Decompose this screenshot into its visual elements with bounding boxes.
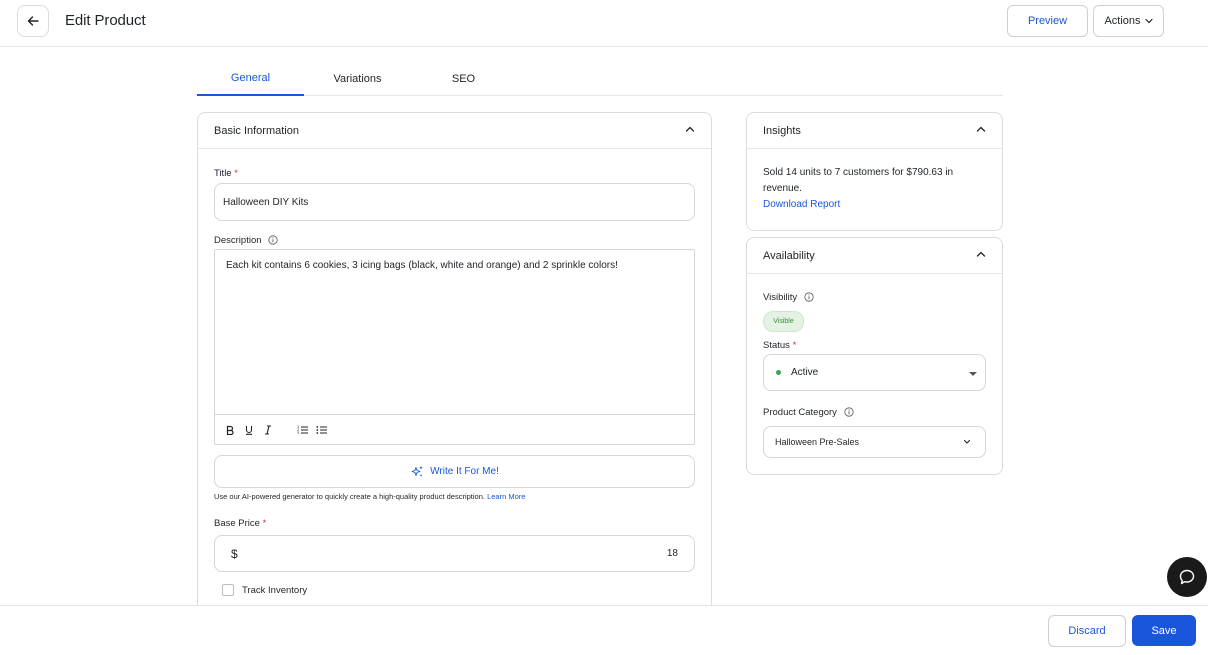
save-button[interactable]: Save	[1132, 615, 1196, 646]
chevron-down-icon	[963, 439, 971, 444]
title-label: Title *	[214, 168, 238, 179]
status-label: Status *	[763, 340, 797, 351]
basic-information-header[interactable]: Basic Information	[198, 113, 711, 149]
actions-label: Actions	[1104, 15, 1141, 27]
sparkles-icon	[411, 465, 423, 477]
underline-icon[interactable]	[243, 424, 255, 436]
write-it-for-me-button[interactable]: Write It For Me!	[214, 455, 695, 488]
insights-header[interactable]: Insights	[747, 113, 1002, 149]
chevron-up-icon[interactable]	[976, 125, 986, 133]
chat-bubble-icon	[1179, 569, 1195, 585]
write-it-for-me-label: Write It For Me!	[430, 466, 499, 477]
ai-note: Use our AI-powered generator to quickly …	[214, 492, 525, 501]
currency-symbol: $	[231, 546, 238, 561]
product-category-select[interactable]: Halloween Pre-Sales	[763, 426, 986, 458]
chevron-up-icon[interactable]	[685, 125, 695, 133]
tab-seo[interactable]: SEO	[410, 62, 517, 96]
track-inventory-row[interactable]: Track Inventory	[222, 584, 307, 596]
tab-variations[interactable]: Variations	[304, 62, 411, 96]
chevron-up-icon[interactable]	[976, 250, 986, 258]
base-price-input[interactable]: $ 18	[214, 535, 695, 572]
status-dot-icon	[776, 370, 781, 375]
info-icon[interactable]	[268, 235, 278, 246]
visibility-badge[interactable]: Visible	[763, 311, 804, 332]
chat-support-button[interactable]	[1167, 557, 1207, 597]
insights-summary: Sold 14 units to 7 customers for $790.63…	[763, 167, 954, 194]
back-button[interactable]	[17, 5, 49, 37]
product-category-value: Halloween Pre-Sales	[775, 437, 860, 447]
availability-header[interactable]: Availability	[747, 238, 1002, 274]
svg-text:3: 3	[297, 431, 299, 435]
status-select[interactable]: Active	[763, 354, 986, 391]
caret-down-icon	[969, 372, 977, 376]
footer-bar: Discard Save	[0, 605, 1208, 655]
bold-icon[interactable]	[224, 424, 236, 436]
title-input-value: Halloween DIY Kits	[223, 196, 309, 208]
chevron-down-icon	[1144, 18, 1153, 24]
card-title: Insights	[763, 124, 801, 137]
required-asterisk: *	[234, 168, 238, 179]
track-inventory-checkbox[interactable]	[222, 584, 234, 596]
ordered-list-icon[interactable]: 123	[296, 424, 308, 436]
description-label: Description	[214, 235, 278, 246]
info-icon[interactable]	[843, 407, 854, 418]
actions-dropdown-button[interactable]: Actions	[1093, 5, 1164, 37]
description-text[interactable]: Each kit contains 6 cookies, 3 icing bag…	[226, 260, 618, 271]
preview-button[interactable]: Preview	[1007, 5, 1088, 37]
basic-information-card: Basic Information Title * Halloween DIY …	[197, 112, 712, 632]
top-bar: Edit Product Preview Actions	[0, 0, 1208, 47]
card-title: Basic Information	[214, 124, 299, 137]
visibility-label: Visibility	[763, 292, 814, 303]
insights-card: Insights Sold 14 units to 7 customers fo…	[746, 112, 1003, 231]
availability-card: Availability Visibility Visible Status *…	[746, 237, 1003, 475]
discard-button[interactable]: Discard	[1048, 615, 1126, 647]
ai-note-text: Use our AI-powered generator to quickly …	[214, 492, 485, 501]
required-asterisk: *	[792, 340, 797, 351]
italic-icon[interactable]	[262, 424, 274, 436]
description-editor[interactable]: Each kit contains 6 cookies, 3 icing bag…	[214, 249, 695, 445]
editor-toolbar: 123	[215, 414, 694, 444]
base-price-value: 18	[666, 548, 678, 559]
page-title: Edit Product	[65, 12, 146, 29]
track-inventory-label: Track Inventory	[242, 584, 308, 596]
status-value: Active	[791, 367, 819, 378]
info-icon[interactable]	[804, 292, 814, 303]
arrow-left-icon	[27, 16, 39, 26]
required-asterisk: *	[262, 518, 267, 529]
title-input[interactable]: Halloween DIY Kits	[214, 183, 695, 221]
bullet-list-icon[interactable]	[315, 424, 327, 436]
tab-general[interactable]: General	[197, 62, 304, 96]
product-tabs: General Variations SEO	[197, 62, 1003, 96]
product-category-label: Product Category	[763, 407, 854, 418]
download-report-link[interactable]: Download Report	[763, 199, 840, 210]
learn-more-link[interactable]: Learn More	[487, 492, 525, 501]
card-title: Availability	[763, 249, 815, 262]
base-price-label: Base Price *	[214, 518, 267, 529]
